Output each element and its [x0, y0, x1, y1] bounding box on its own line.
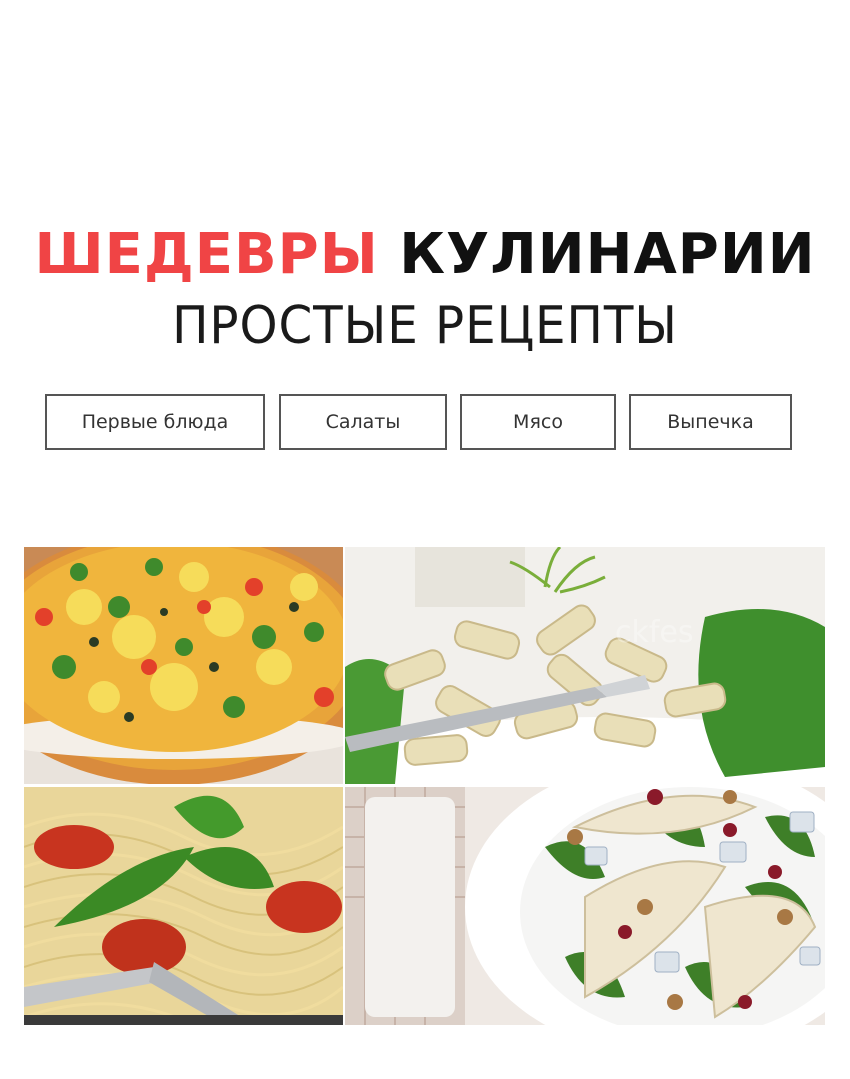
title-rest: КУЛИНАРИИ [399, 222, 816, 287]
page-title: ШЕДЕВРЫ КУЛИНАРИИ [0, 222, 850, 288]
spaghetti-photo[interactable] [24, 787, 343, 1025]
pizza-photo[interactable] [24, 547, 343, 784]
watermark-text: ckfes [615, 615, 694, 650]
salad-photo[interactable] [345, 787, 825, 1025]
category-button-baking[interactable]: Выпечка [629, 394, 792, 450]
category-button-first-courses[interactable]: Первые блюда [45, 394, 265, 450]
title-highlight: ШЕДЕВРЫ [34, 222, 379, 287]
penne-pasta-photo[interactable]: ckfes [345, 547, 825, 784]
page-subtitle: ПРОСТЫЕ РЕЦЕПТЫ [172, 296, 678, 356]
category-button-meat[interactable]: Мясо [460, 394, 616, 450]
category-button-salads[interactable]: Салаты [279, 394, 447, 450]
